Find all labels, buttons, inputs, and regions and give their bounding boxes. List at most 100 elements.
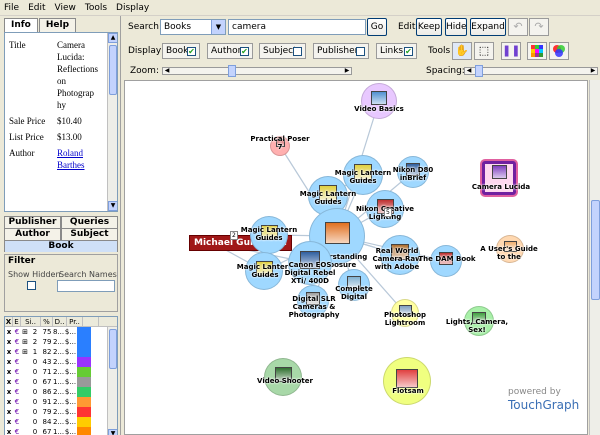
info-scrollbar[interactable]: ▲ ▼ (107, 33, 117, 211)
spacing-right-icon[interactable]: ▶ (588, 65, 598, 77)
row-collapse-icon[interactable]: € (13, 417, 21, 427)
hand-tool-icon[interactable]: ✋ (452, 42, 472, 60)
menu-file[interactable]: File (4, 3, 19, 13)
toggle-subject[interactable]: Subject (259, 43, 306, 59)
zoom-knob[interactable] (228, 65, 236, 77)
expand-button[interactable]: Expand (470, 18, 506, 36)
row-collapse-icon[interactable]: € (13, 347, 21, 357)
scroll-thumb[interactable] (109, 45, 117, 95)
row-expand-icon[interactable] (21, 397, 29, 407)
search-names-input[interactable] (57, 280, 115, 292)
table-row[interactable]: x €0 67 1... $... (5, 377, 117, 387)
row-remove-icon[interactable]: x (5, 377, 13, 387)
search-input[interactable]: camera (228, 19, 366, 35)
tab-info[interactable]: Info (4, 18, 38, 32)
row-remove-icon[interactable]: x (5, 427, 13, 435)
row-collapse-icon[interactable]: € (13, 427, 21, 435)
edit-button[interactable]: Edit (398, 22, 415, 32)
spacing-slider[interactable]: ◀ ▶ (464, 65, 598, 77)
tab-help[interactable]: Help (38, 18, 77, 32)
row-remove-icon[interactable]: x (5, 387, 13, 397)
links-checkbox[interactable]: ✔ (404, 47, 413, 56)
select-tool-icon[interactable]: ⬚ (474, 42, 494, 60)
row-expand-icon[interactable] (21, 377, 29, 387)
tab-queries[interactable]: Queries (61, 216, 118, 228)
col-header-date[interactable]: D.. (53, 317, 67, 326)
row-expand-icon[interactable] (21, 357, 29, 367)
scroll-down-icon[interactable]: ▼ (108, 201, 117, 211)
row-remove-icon[interactable]: x (5, 337, 13, 347)
row-collapse-icon[interactable]: € (13, 337, 21, 347)
col-header-size[interactable]: Si.. (21, 317, 41, 326)
table-row[interactable]: x € ⊞ 2 79 2... $... (5, 337, 117, 347)
zoom-slider[interactable]: ◀ ▶ (162, 65, 352, 77)
info-value-link[interactable]: Roland Barthes (57, 147, 105, 171)
col-header-price[interactable]: Pr.. (67, 317, 83, 326)
col-header-x[interactable]: X (5, 317, 13, 326)
row-expand-icon[interactable] (21, 417, 29, 427)
go-button[interactable]: Go (367, 18, 387, 36)
row-expand-icon[interactable]: ⊞ (21, 337, 29, 347)
keep-button[interactable]: Keep (416, 18, 442, 36)
tab-subject[interactable]: Subject (61, 228, 118, 240)
menu-tools[interactable]: Tools (85, 3, 107, 13)
toggle-book[interactable]: Book ✔ (162, 43, 200, 59)
table-scrollbar[interactable]: ▼ (107, 327, 117, 435)
color-circles-icon[interactable] (549, 42, 569, 60)
row-collapse-icon[interactable]: € (13, 327, 21, 337)
info-value-line[interactable]: Roland (57, 147, 105, 159)
col-header-e[interactable]: E (13, 317, 21, 326)
subject-checkbox[interactable] (293, 47, 302, 56)
publisher-checkbox[interactable] (356, 47, 365, 56)
search-type-select[interactable]: Books ▼ (160, 19, 226, 35)
spacing-left-icon[interactable]: ◀ (464, 65, 474, 77)
graph-canvas[interactable]: Michael Guncheon 2 Video Basics Practical… (124, 80, 588, 435)
table-row[interactable]: x €0 67 1... $... (5, 427, 117, 435)
table-row[interactable]: x €0 84 2... $... (5, 417, 117, 427)
row-expand-icon[interactable] (21, 427, 29, 435)
hide-button[interactable]: Hide (445, 18, 467, 36)
row-expand-icon[interactable]: ⊞ (21, 347, 29, 357)
table-scroll-thumb[interactable] (109, 329, 117, 369)
row-remove-icon[interactable]: x (5, 407, 13, 417)
row-remove-icon[interactable]: x (5, 357, 13, 367)
show-hidden-checkbox[interactable] (27, 281, 36, 290)
table-row[interactable]: x €0 71 2... $... (5, 367, 117, 377)
row-collapse-icon[interactable]: € (13, 367, 21, 377)
row-expand-icon[interactable] (21, 387, 29, 397)
tab-publisher[interactable]: Publisher (4, 216, 61, 228)
table-row[interactable]: x €0 79 2... $... (5, 407, 117, 417)
redo-icon[interactable]: ↷ (529, 18, 549, 36)
scroll-up-icon[interactable]: ▲ (108, 33, 117, 43)
graph-scrollbar[interactable] (589, 80, 600, 435)
toggle-author[interactable]: Author ✔ (207, 43, 253, 59)
menu-view[interactable]: View (55, 3, 76, 13)
info-value-line[interactable]: Barthes (57, 159, 105, 171)
table-row[interactable]: x €0 86 2... $... (5, 387, 117, 397)
color-grid-icon[interactable] (527, 42, 547, 60)
row-collapse-icon[interactable]: € (13, 357, 21, 367)
row-collapse-icon[interactable]: € (13, 407, 21, 417)
table-row[interactable]: x €0 43 2... $... (5, 357, 117, 367)
chevron-down-icon[interactable]: ▼ (211, 20, 225, 34)
row-expand-icon[interactable]: ⊞ (21, 327, 29, 337)
menu-edit[interactable]: Edit (28, 3, 45, 13)
menu-display[interactable]: Display (116, 3, 149, 13)
row-expand-icon[interactable] (21, 407, 29, 417)
toggle-links[interactable]: Links ✔ (376, 43, 417, 59)
graph-scroll-thumb[interactable] (591, 200, 600, 300)
table-row[interactable]: x € ⊞ 2 75 8... $... (5, 327, 117, 337)
toggle-publisher[interactable]: Publisher (313, 43, 369, 59)
col-header-percent[interactable]: % (41, 317, 53, 326)
row-remove-icon[interactable]: x (5, 397, 13, 407)
row-collapse-icon[interactable]: € (13, 397, 21, 407)
row-remove-icon[interactable]: x (5, 417, 13, 427)
book-checkbox[interactable]: ✔ (187, 47, 196, 56)
row-remove-icon[interactable]: x (5, 347, 13, 357)
pause-icon[interactable]: ❚❚ (501, 42, 521, 60)
row-collapse-icon[interactable]: € (13, 387, 21, 397)
author-checkbox[interactable]: ✔ (240, 47, 249, 56)
table-scroll-down-icon[interactable]: ▼ (108, 429, 117, 435)
spacing-knob[interactable] (475, 65, 483, 77)
undo-icon[interactable]: ↶ (508, 18, 528, 36)
